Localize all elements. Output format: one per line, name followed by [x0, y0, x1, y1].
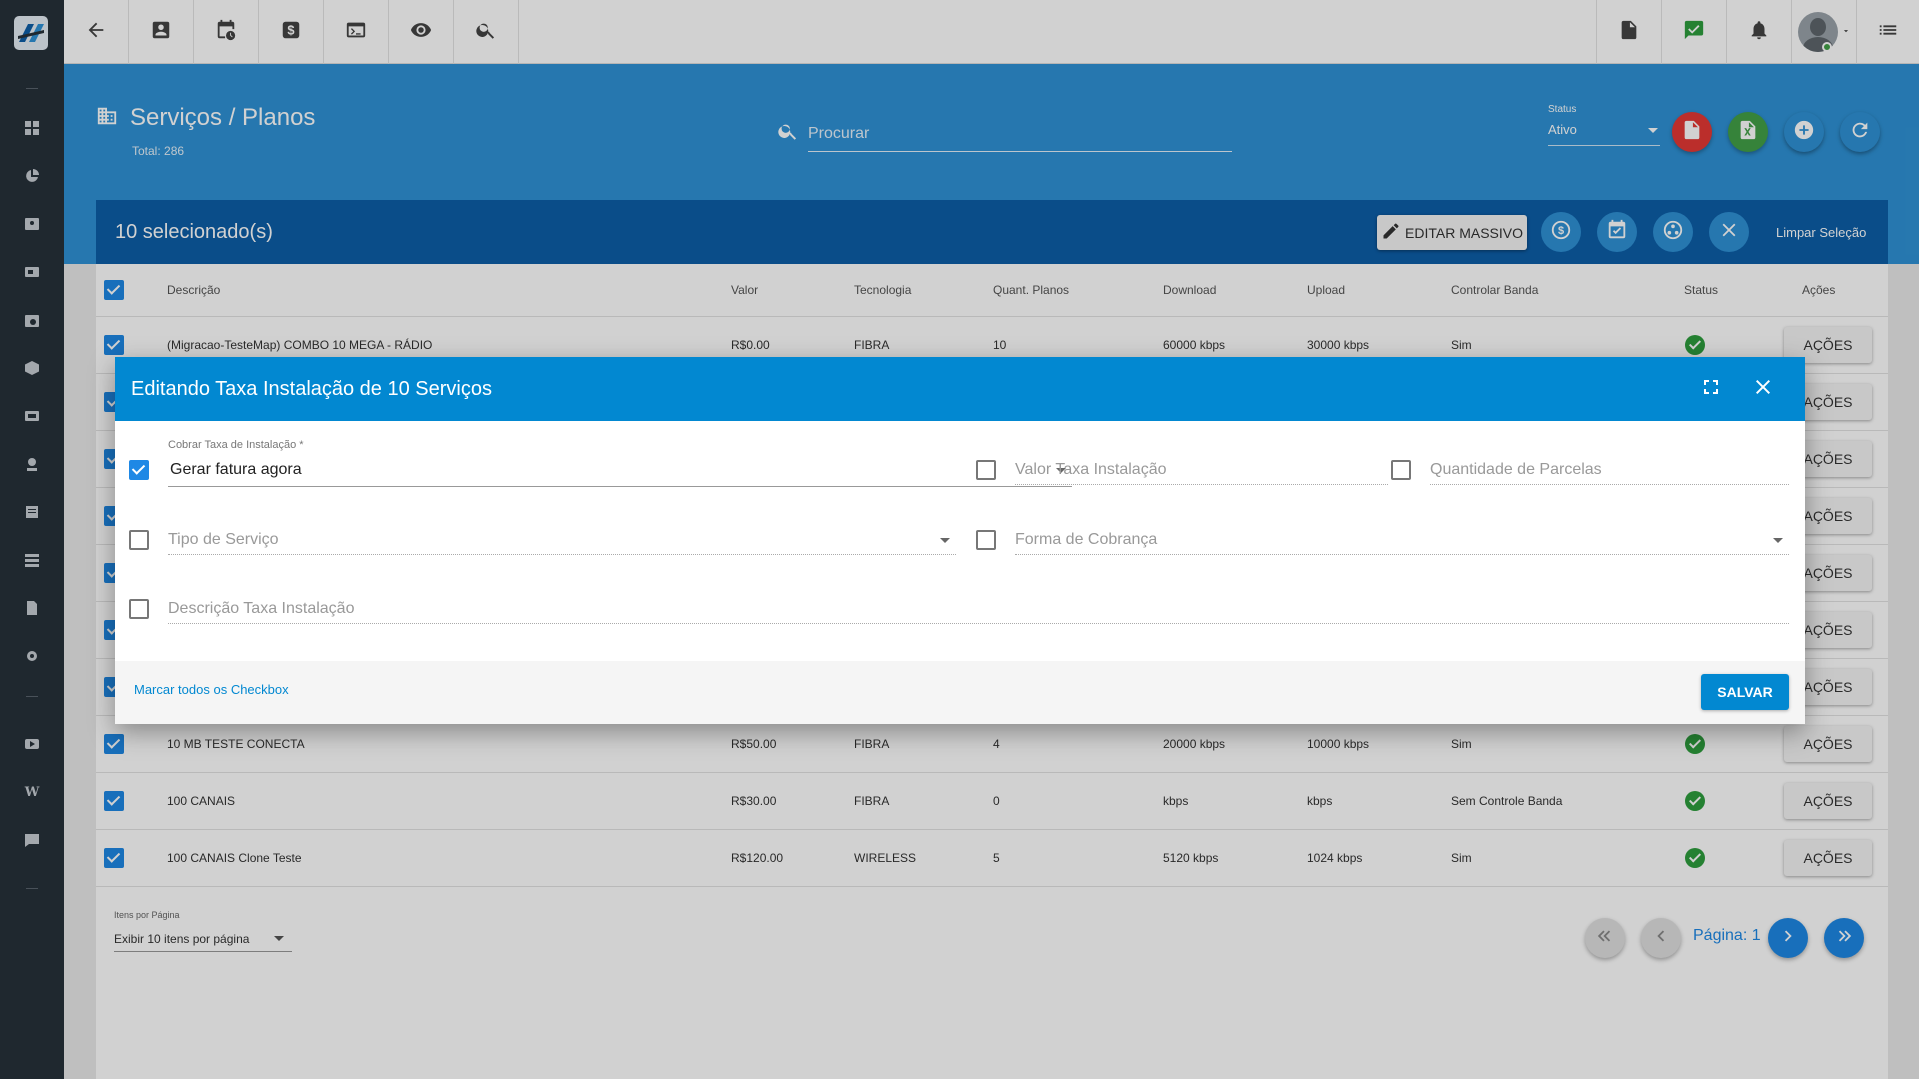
- close-icon: [1751, 375, 1775, 404]
- descricao-taxa-field[interactable]: Descrição Taxa Instalação: [168, 594, 1789, 624]
- edit-fee-modal: Editando Taxa Instalação de 10 Serviços …: [115, 357, 1805, 724]
- parcelas-checkbox[interactable]: [1391, 460, 1411, 480]
- mark-all-checkbox-link[interactable]: Marcar todos os Checkbox: [134, 682, 289, 697]
- modal-close-button[interactable]: [1751, 377, 1775, 401]
- cobrar-taxa-checkbox[interactable]: [129, 460, 149, 480]
- cobrar-taxa-label: Cobrar Taxa de Instalação *: [168, 439, 304, 451]
- modal-footer: [115, 661, 1805, 724]
- valor-taxa-field[interactable]: Valor Taxa Instalação: [1015, 455, 1388, 485]
- valor-taxa-checkbox[interactable]: [976, 460, 996, 480]
- forma-cobranca-placeholder: Forma de Cobrança: [1015, 531, 1158, 548]
- parcelas-field[interactable]: Quantidade de Parcelas: [1430, 455, 1789, 485]
- modal-title: Editando Taxa Instalação de 10 Serviços: [131, 378, 492, 400]
- tipo-servico-checkbox[interactable]: [129, 530, 149, 550]
- modal-header: Editando Taxa Instalação de 10 Serviços: [115, 357, 1805, 421]
- chevron-down-icon: [940, 538, 950, 543]
- tipo-servico-select[interactable]: Tipo de Serviço: [168, 525, 956, 555]
- chevron-down-icon: [1773, 538, 1783, 543]
- forma-cobranca-select[interactable]: Forma de Cobrança: [1015, 525, 1789, 555]
- save-button[interactable]: SALVAR: [1701, 674, 1789, 710]
- tipo-servico-placeholder: Tipo de Serviço: [168, 531, 279, 548]
- descricao-taxa-checkbox[interactable]: [129, 599, 149, 619]
- fullscreen-icon: [1699, 375, 1723, 404]
- cobrar-taxa-select[interactable]: Gerar fatura agora: [168, 455, 1072, 487]
- cobrar-taxa-value: Gerar fatura agora: [170, 461, 302, 478]
- fullscreen-button[interactable]: [1699, 377, 1723, 401]
- forma-cobranca-checkbox[interactable]: [976, 530, 996, 550]
